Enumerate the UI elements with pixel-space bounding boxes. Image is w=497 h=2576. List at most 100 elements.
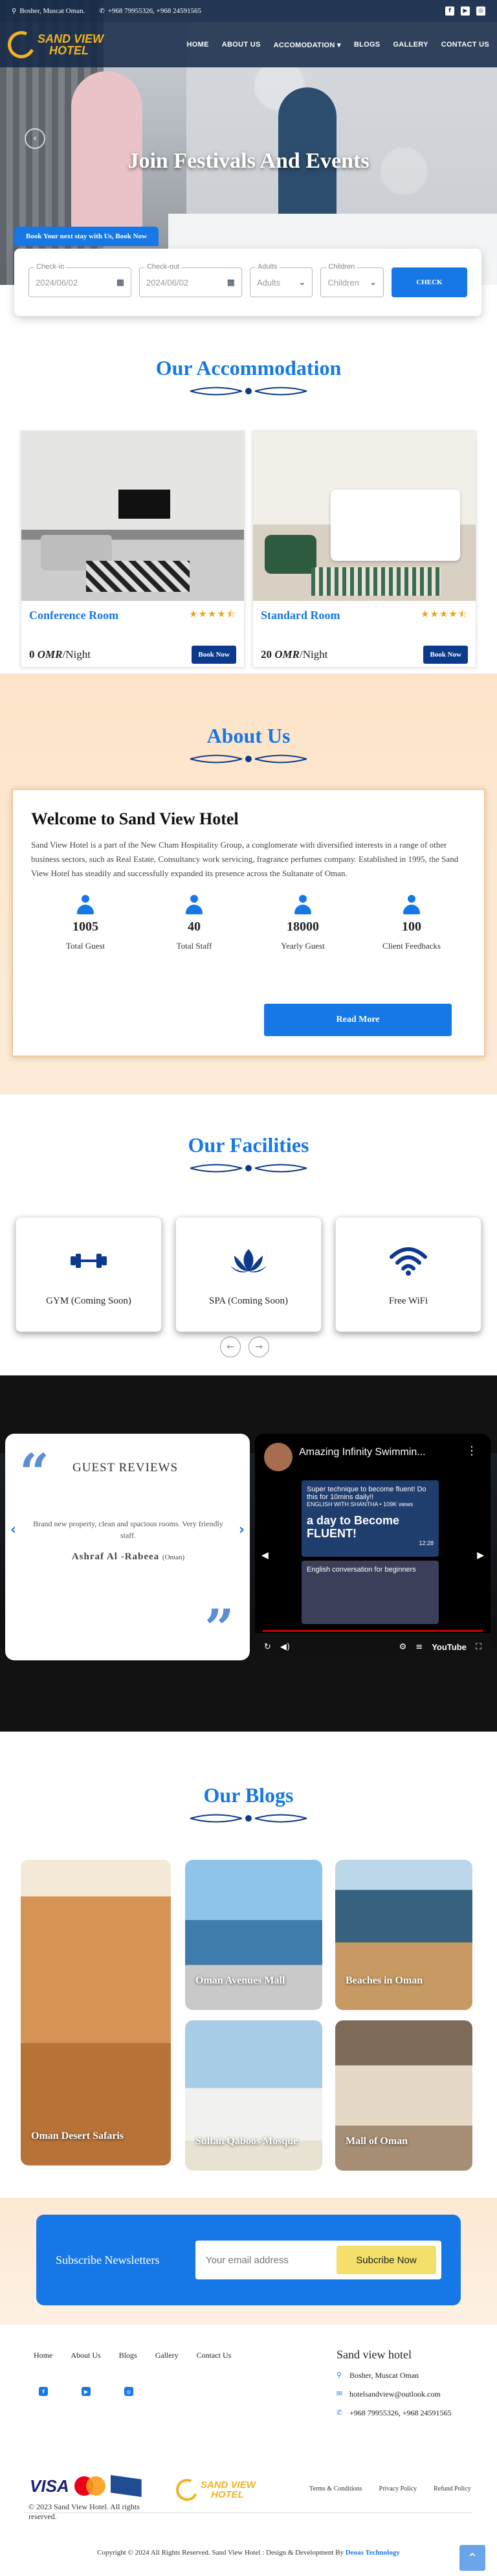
room-image[interactable]: [253, 431, 476, 601]
youtube-video-embed[interactable]: Amazing Infinity Swimmin... ⋮ ◀ ▶ Super …: [255, 1434, 491, 1660]
checkout-label: Check-out: [144, 263, 182, 271]
blog-caption: Oman Desert Safaris: [31, 2130, 124, 2141]
video-thumbnail[interactable]: English conversation for beginners: [302, 1561, 439, 1624]
thumbnail-line: Super technique to become fluent! Do thi…: [307, 1486, 426, 1501]
facebook-icon[interactable]: f: [445, 6, 454, 16]
children-select[interactable]: Children Children ⌄: [320, 263, 384, 297]
nav-about[interactable]: ABOUT US: [222, 41, 261, 49]
blog-card[interactable]: Sultan Qaboos Mosque: [185, 2020, 322, 2171]
rating-stars-icon: ★★★★⯪: [189, 608, 236, 620]
room-name[interactable]: Standard Room: [261, 609, 340, 622]
nav-accomodation[interactable]: ACCOMODATION ▾: [274, 41, 341, 49]
blog-card[interactable]: Oman Avenues Mall: [185, 1860, 322, 2010]
subscribe-button[interactable]: Subcribe Now: [337, 2246, 436, 2274]
blog-card[interactable]: Beaches in Oman: [335, 1860, 472, 2010]
thumbnail-headline: a day to Become FLUENT!: [307, 1514, 400, 1540]
review-next-icon[interactable]: ›: [239, 1522, 245, 1538]
footer-contact: Sand view hotel ⚲ Bosher, Muscat Oman ✉ ho…: [337, 2348, 485, 2427]
facebook-icon[interactable]: f: [39, 2387, 48, 2396]
visa-icon: VISA: [30, 2476, 69, 2496]
adults-select[interactable]: Adults Adults ⌄: [249, 263, 313, 297]
developer-link[interactable]: Deoas Technology: [346, 2549, 400, 2557]
contact-phone[interactable]: ✆ +968 79955326, +968 24591565: [337, 2408, 485, 2418]
video-title[interactable]: Amazing Infinity Swimmin...: [299, 1447, 426, 1458]
footer-copyright: © 2023 Sand View Hotel. All rights reser…: [28, 2502, 140, 2521]
facility-card[interactable]: Free WiFi: [335, 1217, 481, 1332]
terms-link[interactable]: Terms & Conditions: [309, 2485, 362, 2492]
calendar-icon: ▦: [116, 277, 124, 288]
room-name[interactable]: Conference Room: [29, 609, 118, 622]
footer-link-blogs[interactable]: Blogs: [119, 2351, 137, 2360]
stat-label: Total Staff: [176, 941, 212, 951]
footer-link-home[interactable]: Home: [34, 2351, 52, 2360]
fullscreen-icon[interactable]: ⛶: [476, 1642, 481, 1652]
facility-card[interactable]: GYM (Coming Soon): [16, 1217, 162, 1332]
footer-link-about[interactable]: About Us: [71, 2351, 100, 2360]
book-now-button[interactable]: Book Now: [423, 646, 468, 664]
video-thumbnail[interactable]: Super technique to become fluent! Do thi…: [302, 1480, 439, 1557]
flourish-divider-icon: [190, 1814, 307, 1823]
contact-email[interactable]: ✉ hotelsandview@outlook.com: [337, 2390, 485, 2399]
nav-blogs[interactable]: BLOGS: [354, 41, 381, 49]
footer-link-contact[interactable]: Contact Us: [197, 2351, 232, 2360]
blog-card[interactable]: Mall of Oman: [335, 2020, 472, 2171]
nav-menu: HOME ABOUT US ACCOMODATION ▾ BLOGS GALLE…: [187, 41, 489, 49]
book-now-button[interactable]: Book Now: [192, 646, 236, 664]
volume-icon[interactable]: ◀): [280, 1642, 290, 1652]
wifi-icon: [389, 1243, 428, 1279]
newsletter-label: Subscribe Newsletters: [56, 2253, 160, 2266]
logo-text: SAND VIEW HOTEL: [38, 33, 104, 56]
thumbnail-meta: ENGLISH WITH SHANTHA • 109K views: [307, 1501, 414, 1508]
instagram-icon[interactable]: ◎: [124, 2387, 133, 2396]
blog-caption: Oman Avenues Mall: [195, 1975, 285, 1986]
email-input[interactable]: [206, 2254, 337, 2266]
footer-link-gallery[interactable]: Gallery: [155, 2351, 179, 2360]
room-image[interactable]: [21, 431, 244, 601]
video-prev-icon[interactable]: ◀: [261, 1550, 269, 1561]
checkout-value: 2024/06/02: [146, 277, 189, 288]
footer-links: Home About Us Blogs Gallery Contact Us: [34, 2351, 231, 2360]
video-next-icon[interactable]: ▶: [477, 1550, 484, 1561]
replay-icon[interactable]: ↻: [264, 1642, 271, 1652]
top-info-bar: ⚲ Bosher, Muscat Oman. ✆ +968 79955326, …: [0, 0, 497, 22]
dumbbell-icon: [69, 1243, 108, 1279]
hero-prev-arrow-icon[interactable]: ‹: [25, 128, 45, 149]
video-progress-bar[interactable]: [263, 1630, 483, 1632]
site-logo[interactable]: SAND VIEW HOTEL: [4, 27, 104, 62]
blogs-section: Our Blogs Oman Desert Safaris Oman Avenu…: [0, 1732, 497, 2198]
review-prev-icon[interactable]: ‹: [10, 1522, 16, 1538]
about-heading: Welcome to Sand View Hotel: [31, 809, 239, 828]
user-icon: [76, 895, 95, 916]
instagram-icon[interactable]: ◎: [476, 6, 485, 16]
stat-number: 40: [188, 920, 201, 934]
nav-gallery[interactable]: GALLERY: [393, 41, 428, 49]
privacy-link[interactable]: Privacy Policy: [379, 2485, 417, 2492]
nav-home[interactable]: HOME: [187, 41, 209, 49]
arrow-left-icon[interactable]: ←: [220, 1337, 241, 1357]
youtube-icon[interactable]: ▶: [461, 6, 470, 16]
arrow-right-icon[interactable]: →: [248, 1337, 269, 1357]
footer-logo[interactable]: SAND VIEW HOTEL: [173, 2476, 256, 2504]
settings-icon[interactable]: ⚙: [399, 1642, 407, 1652]
more-options-icon[interactable]: ⋮: [466, 1444, 478, 1458]
read-more-button[interactable]: Read More: [264, 1004, 452, 1036]
check-availability-button[interactable]: CHECK: [391, 267, 467, 297]
youtube-icon[interactable]: ▶: [82, 2387, 91, 2396]
flourish-divider-icon: [190, 754, 307, 763]
queue-icon[interactable]: ≡: [415, 1642, 423, 1652]
facilities-title: Our Facilities: [188, 1133, 309, 1157]
nav-contact[interactable]: CONTACT US: [441, 41, 489, 49]
refund-link[interactable]: Refund Policy: [434, 2485, 471, 2492]
mail-icon: ✉: [337, 2390, 343, 2398]
player-controls: ↻ ◀) ⚙ ≡ YouTube ⛶: [255, 1633, 491, 1660]
scroll-to-top-icon[interactable]: ⌃: [459, 2545, 485, 2571]
youtube-logo[interactable]: YouTube: [432, 1642, 467, 1652]
accommodation-title: Our Accommodation: [155, 356, 342, 379]
checkin-field[interactable]: Check-in 2024/06/02 ▦: [28, 263, 131, 297]
facility-card[interactable]: SPA (Coming Soon): [175, 1217, 322, 1332]
checkout-field[interactable]: Check-out 2024/06/02 ▦: [138, 263, 242, 297]
blog-card[interactable]: Oman Desert Safaris: [21, 1860, 171, 2165]
channel-avatar[interactable]: [264, 1443, 293, 1471]
calendar-icon: ▦: [226, 277, 235, 288]
review-text: Brand new property, clean and spacious r…: [33, 1519, 223, 1540]
